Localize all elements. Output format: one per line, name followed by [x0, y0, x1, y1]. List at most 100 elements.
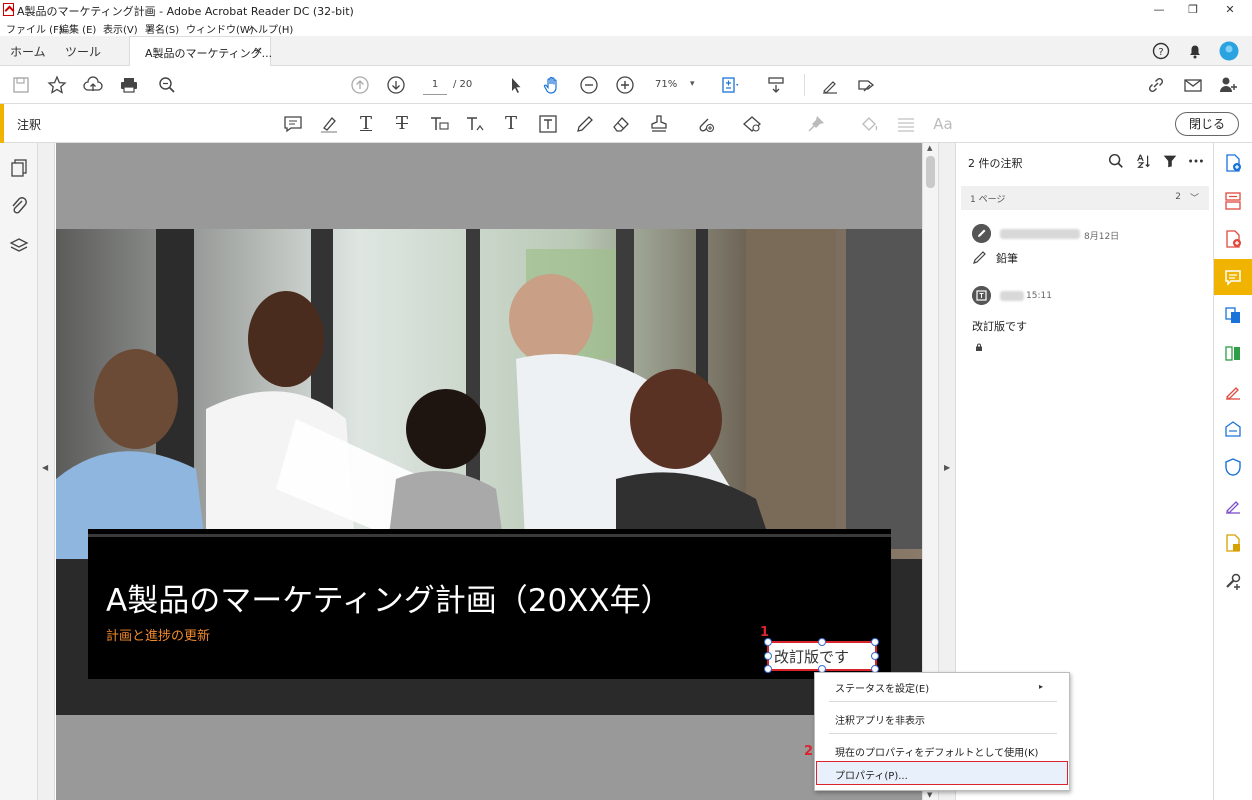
- sort-icon[interactable]: [1134, 152, 1154, 172]
- menu-edit[interactable]: 編集 (E): [59, 21, 96, 36]
- stamp-icon[interactable]: [648, 113, 670, 135]
- attachments-icon[interactable]: [9, 196, 29, 216]
- resize-handle[interactable]: [871, 638, 879, 646]
- text-box-icon[interactable]: [537, 113, 559, 135]
- scroll-down-icon[interactable]: ▼: [927, 791, 932, 799]
- document-view[interactable]: A製品のマーケティング計画（20XX年） 計画と進捗の更新 改訂版です: [56, 143, 922, 800]
- resize-handle[interactable]: [764, 665, 772, 673]
- menu-item-hide-comment[interactable]: 注釈アプリを非表示: [835, 712, 925, 727]
- page-thumbnails-icon[interactable]: [9, 158, 29, 178]
- avatar[interactable]: [1219, 41, 1239, 61]
- more-options-icon[interactable]: [1186, 152, 1206, 172]
- email-icon[interactable]: [1183, 75, 1203, 95]
- comment-text: 鉛筆: [996, 252, 1018, 265]
- strikethrough-text-icon[interactable]: T: [391, 113, 413, 135]
- menu-help[interactable]: ヘルプ(H): [248, 21, 293, 36]
- attach-file-icon[interactable]: [694, 113, 716, 135]
- organize-pages-icon[interactable]: [1223, 191, 1243, 211]
- cloud-upload-icon[interactable]: [83, 75, 103, 95]
- layers-icon[interactable]: [9, 236, 29, 256]
- add-user-icon[interactable]: [1218, 75, 1238, 95]
- resize-handle[interactable]: [764, 652, 772, 660]
- slide-title: A製品のマーケティング計画（20XX年）: [106, 583, 672, 619]
- page-section-header[interactable]: 1 ページ 2 ﹀: [961, 186, 1209, 210]
- send-for-signature-icon[interactable]: [1223, 419, 1243, 439]
- fill-and-sign-icon[interactable]: [1223, 381, 1243, 401]
- scroll-mode-icon[interactable]: [766, 75, 786, 95]
- page-number-input[interactable]: 1: [423, 75, 447, 95]
- page-fit-icon[interactable]: [720, 75, 740, 95]
- zoom-dropdown-icon[interactable]: ▾: [690, 79, 695, 89]
- more-tools-icon[interactable]: [1223, 571, 1243, 591]
- resize-handle[interactable]: [818, 638, 826, 646]
- prepare-form-icon[interactable]: [1223, 533, 1243, 553]
- collapse-left-icon[interactable]: ◀: [42, 463, 48, 472]
- menu-sign[interactable]: 署名(S): [145, 21, 179, 36]
- eraser-icon[interactable]: [610, 113, 632, 135]
- line-style-icon[interactable]: [895, 113, 917, 135]
- star-icon[interactable]: [47, 75, 67, 95]
- comment-tool-icon[interactable]: [1223, 267, 1243, 287]
- resize-handle[interactable]: [871, 652, 879, 660]
- font-style-icon[interactable]: Aa: [930, 113, 956, 135]
- bell-icon[interactable]: [1186, 42, 1204, 60]
- tab-document[interactable]: A製品のマーケティング... ×: [129, 36, 272, 67]
- selected-text-comment[interactable]: 改訂版です: [764, 638, 879, 673]
- fill-sign-icon[interactable]: [856, 75, 876, 95]
- create-pdf-icon[interactable]: [1223, 153, 1243, 173]
- highlight-icon[interactable]: [318, 113, 340, 135]
- pencil-icon: [973, 251, 986, 264]
- scroll-up-icon[interactable]: ▲: [927, 144, 932, 152]
- protect-shield-icon[interactable]: [1223, 457, 1243, 477]
- lock-icon: [976, 343, 982, 351]
- export-pdf-icon[interactable]: [1223, 229, 1243, 249]
- hand-tool-icon[interactable]: [542, 75, 562, 95]
- scroll-thumb[interactable]: [926, 156, 935, 188]
- zoom-level[interactable]: 71%: [655, 79, 677, 90]
- menu-item-use-as-default[interactable]: 現在のプロパティをデフォルトとして使用(K): [835, 744, 1038, 759]
- document-tab-close-icon[interactable]: ×: [254, 44, 263, 57]
- add-text-icon[interactable]: T: [500, 113, 522, 135]
- pin-icon[interactable]: [805, 113, 827, 135]
- comment-accent-bar: [0, 104, 4, 143]
- search-icon[interactable]: [1106, 152, 1126, 172]
- share-link-icon[interactable]: [1146, 75, 1166, 95]
- print-icon[interactable]: [119, 75, 139, 95]
- menu-window[interactable]: ウィンドウ(W): [186, 21, 254, 36]
- chevron-down-icon[interactable]: ﹀: [1190, 191, 1199, 204]
- collapse-right-icon[interactable]: ▶: [944, 463, 950, 472]
- request-signatures-icon[interactable]: [1223, 495, 1243, 515]
- combine-files-icon[interactable]: [1223, 305, 1243, 325]
- help-icon[interactable]: ?: [1152, 42, 1170, 60]
- compare-files-icon[interactable]: [1223, 343, 1243, 363]
- zoom-search-icon[interactable]: [157, 75, 177, 95]
- filter-icon[interactable]: [1160, 152, 1180, 172]
- menu-item-properties[interactable]: プロパティ(P)...: [835, 767, 908, 782]
- menu-view[interactable]: 表示(V): [103, 21, 138, 36]
- close-comment-button[interactable]: 閉じる: [1175, 112, 1239, 136]
- zoom-out-icon[interactable]: [579, 75, 599, 95]
- sign-icon[interactable]: [820, 75, 840, 95]
- tab-bar: ホーム ツール A製品のマーケティング... × ?: [0, 36, 1252, 67]
- slide-page: A製品のマーケティング計画（20XX年） 計画と進捗の更新 改訂版です: [56, 229, 922, 715]
- close-window-button[interactable]: ✕: [1208, 0, 1252, 20]
- next-page-icon[interactable]: [386, 75, 406, 95]
- tab-tools[interactable]: ツール: [65, 43, 101, 60]
- shapes-icon[interactable]: [741, 113, 763, 135]
- previous-page-icon[interactable]: [350, 75, 370, 95]
- acrobat-logo-icon: [3, 3, 14, 16]
- fill-color-icon[interactable]: [858, 113, 880, 135]
- zoom-in-icon[interactable]: [615, 75, 635, 95]
- insert-text-icon[interactable]: [464, 113, 486, 135]
- tab-home[interactable]: ホーム: [10, 43, 46, 60]
- menu-item-set-status[interactable]: ステータスを設定(E): [835, 680, 929, 695]
- replace-text-icon[interactable]: [428, 113, 450, 135]
- left-pane-toggle[interactable]: ◀: [38, 143, 55, 800]
- underline-text-icon[interactable]: T: [355, 113, 377, 135]
- menu-divider: [829, 733, 1057, 734]
- menu-file[interactable]: ファイル (F): [6, 21, 63, 36]
- sticky-note-icon[interactable]: [282, 113, 304, 135]
- save-icon[interactable]: [11, 75, 31, 95]
- pencil-icon[interactable]: [574, 113, 596, 135]
- select-cursor-icon[interactable]: [506, 75, 526, 95]
